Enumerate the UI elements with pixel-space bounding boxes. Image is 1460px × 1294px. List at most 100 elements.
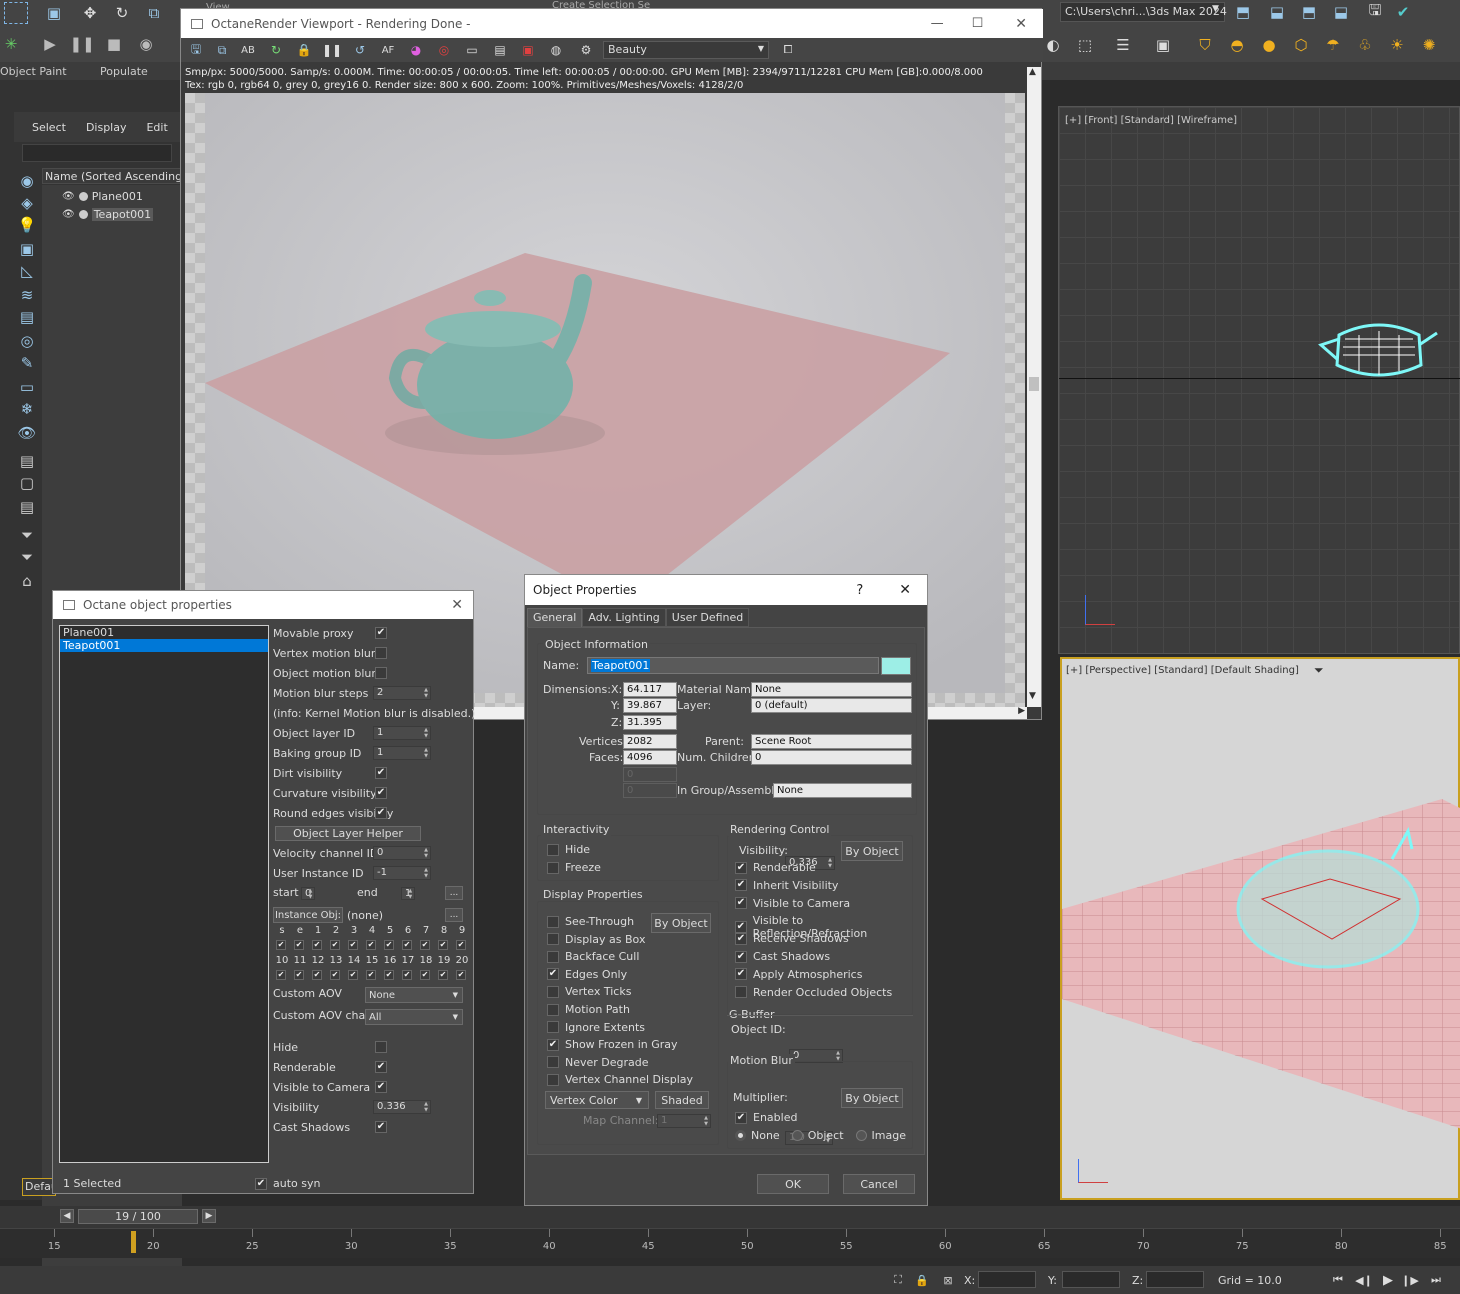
octane-camera-icon[interactable]: ◐	[1042, 34, 1064, 56]
front-teapot-wireframe[interactable]	[1309, 315, 1449, 385]
instance-grid-checkbox[interactable]	[330, 970, 340, 980]
instance-grid-checkbox[interactable]	[456, 970, 466, 980]
play-icon[interactable]: ▶	[40, 34, 60, 54]
radio-object[interactable]: Object	[791, 1129, 844, 1142]
instance-grid-checkbox[interactable]	[402, 940, 412, 950]
display-option-checkbox[interactable]	[547, 915, 559, 928]
lock-icon[interactable]: 🔒	[914, 1272, 930, 1288]
tab-adv-lighting[interactable]: Adv. Lighting	[582, 608, 666, 627]
group-field[interactable]: None	[773, 783, 912, 798]
render-option-row[interactable]: Inherit Visibility	[735, 879, 838, 892]
instance-grid-checkbox[interactable]	[402, 970, 412, 980]
filter-frozen-icon[interactable]: ❄	[18, 400, 36, 418]
go-to-start-icon[interactable]: ⏮	[1330, 1272, 1346, 1288]
hide-row[interactable]: Hide	[547, 843, 590, 856]
radio-image[interactable]: Image	[855, 1129, 906, 1142]
object-props-titlebar[interactable]: Object Properties ? ✕	[525, 575, 927, 605]
time-next-button[interactable]: ▶	[202, 1209, 216, 1223]
render-option-row[interactable]: Receive Shadows	[735, 932, 849, 945]
layer-add-icon[interactable]: ⬓	[1266, 2, 1288, 22]
render-option-row[interactable]: Apply Atmospherics	[735, 968, 862, 981]
prev-frame-icon[interactable]: ◀❙	[1355, 1272, 1373, 1288]
layer-field[interactable]: 0 (default)	[751, 698, 912, 713]
display-option-row[interactable]: Motion Path	[547, 1003, 630, 1016]
octane-prop-row[interactable]: User Instance ID -1	[271, 863, 471, 883]
shaded-button[interactable]: Shaded	[655, 1091, 709, 1109]
explorer-column-header[interactable]: Name (Sorted Ascending)	[42, 168, 186, 184]
octane-prop-checkbox[interactable]	[375, 1121, 387, 1133]
octane-prop-checkbox[interactable]	[375, 667, 387, 679]
octane-color-icon[interactable]: ◕	[407, 41, 425, 59]
octane-prop-row[interactable]: Object motion blur	[271, 663, 471, 683]
filter-helpers-icon[interactable]: ◺	[18, 262, 36, 280]
render-option-checkbox[interactable]	[735, 986, 747, 999]
render-option-row[interactable]: Cast Shadows	[735, 950, 830, 963]
octane-ab-icon[interactable]: AB	[239, 41, 257, 59]
octane-prop-row[interactable]: Curvature visibility	[271, 783, 471, 803]
light-mesh-icon[interactable]: ⬡	[1290, 34, 1312, 56]
octane-prop-spinner[interactable]: -1	[373, 866, 431, 880]
render-pass-select[interactable]: Beauty ▼	[603, 41, 769, 59]
display-option-checkbox[interactable]	[547, 1056, 559, 1069]
layer-dropdown[interactable]: Defau	[22, 1178, 58, 1196]
filter-containers-icon[interactable]: ▭	[18, 378, 36, 396]
z-coordinate-field[interactable]	[1146, 1271, 1204, 1288]
object-paint-tab[interactable]: Object Paint	[0, 65, 67, 78]
instance-more-button[interactable]: ...	[445, 908, 463, 922]
render-option-checkbox[interactable]	[735, 950, 747, 963]
octane-film-icon[interactable]: ▤	[491, 41, 509, 59]
scroll-thumb[interactable]	[1029, 377, 1039, 391]
list-item[interactable]: Teapot001	[60, 639, 268, 652]
octane-prop-row[interactable]: Cast Shadows	[271, 1117, 471, 1137]
octane-export-icon[interactable]: ⧠	[779, 41, 797, 59]
octane-prop-row[interactable]: Renderable	[271, 1057, 471, 1077]
end-spinner[interactable]: 1	[400, 887, 416, 900]
time-prev-button[interactable]: ◀	[60, 1209, 74, 1223]
instance-grid-checkbox[interactable]	[330, 940, 340, 950]
light-burst-icon[interactable]: ✺	[1418, 34, 1440, 56]
instance-grid-checkbox[interactable]	[438, 970, 448, 980]
display-option-row[interactable]: Edges Only	[547, 968, 627, 981]
instance-grid-checkbox[interactable]	[294, 940, 304, 950]
octane-prop-row[interactable]: (info: Kernel Motion blur is disabled.)	[271, 703, 475, 723]
instance-grid-checkbox[interactable]	[312, 970, 322, 980]
display-option-row[interactable]: Vertex Channel Display	[547, 1073, 693, 1086]
render-option-checkbox[interactable]	[735, 932, 747, 945]
instance-grid-checkbox[interactable]	[384, 970, 394, 980]
octane-prop-row[interactable]: Vertex motion blur	[271, 643, 471, 663]
scroll-down-icon[interactable]: ▼	[1029, 691, 1036, 701]
dim-y-field[interactable]: 39.867	[623, 698, 677, 713]
filter-shapes-icon[interactable]: ◈	[18, 194, 36, 212]
enabled-row[interactable]: Enabled	[735, 1111, 797, 1124]
explorer-menu-edit[interactable]: Edit	[146, 121, 167, 134]
custom-aov-select[interactable]: None ▼	[365, 987, 463, 1003]
explorer-search[interactable]	[22, 144, 172, 162]
parent-field[interactable]: Scene Root	[751, 734, 912, 749]
octane-props-titlebar[interactable]: Octane object properties ✕	[53, 591, 473, 619]
pause-icon[interactable]: ❚❚	[69, 34, 94, 54]
absolute-mode-icon[interactable]: ⊠	[940, 1272, 956, 1288]
display-option-checkbox[interactable]	[547, 1073, 559, 1086]
octane-prop-row[interactable]: Movable proxy	[271, 623, 471, 643]
light-spot-icon[interactable]: ☂	[1322, 34, 1344, 56]
octane-prop-row[interactable]: Object Layer Helper	[271, 823, 471, 843]
rotate-icon[interactable]: ↻	[110, 2, 134, 24]
filter-xrefs-icon[interactable]: ◎	[18, 332, 36, 350]
close-icon[interactable]: ✕	[899, 582, 911, 598]
octane-prop-row[interactable]: Velocity channel ID 0	[271, 843, 471, 863]
display-list-icon[interactable]: ▤	[18, 452, 36, 470]
instance-grid-checkbox[interactable]	[276, 970, 286, 980]
render-option-row[interactable]: Render Occluded Objects	[735, 986, 892, 999]
octane-viewport-titlebar[interactable]: OctaneRender Viewport - Rendering Done -…	[181, 9, 1043, 38]
display-option-row[interactable]: Ignore Extents	[547, 1021, 645, 1034]
viewport-vscroll[interactable]: ▲ ▼	[1027, 67, 1041, 707]
layer-icon-2[interactable]: ⬒	[1298, 2, 1320, 22]
radio-none[interactable]: None	[735, 1129, 780, 1142]
timeline-track[interactable]: 15 20 25 30 35 40 45 50 55 60 65 70 75 80 85	[0, 1228, 1460, 1258]
save-icon[interactable]: 🖫	[1364, 1, 1386, 22]
octane-prop-checkbox[interactable]	[375, 1041, 387, 1053]
instance-grid-checkbox[interactable]	[366, 970, 376, 980]
instance-grid-checkbox[interactable]	[312, 940, 322, 950]
instance-grid-checkbox[interactable]	[366, 940, 376, 950]
select-region-icon[interactable]	[4, 2, 28, 24]
